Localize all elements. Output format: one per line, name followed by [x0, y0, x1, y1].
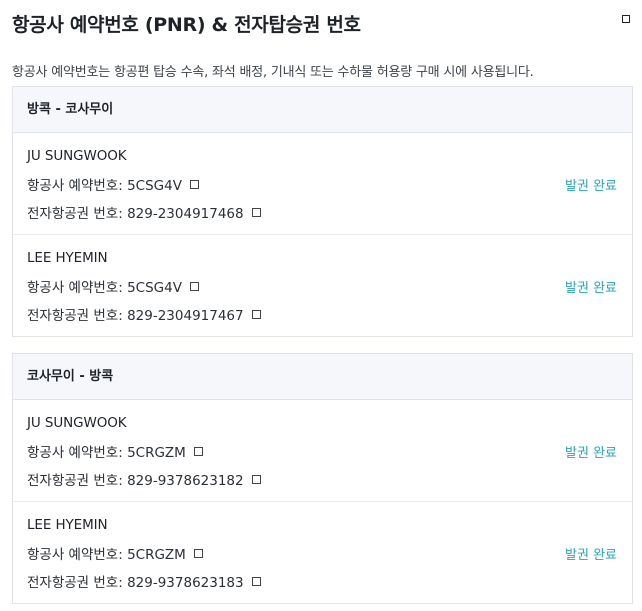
segment-card: 방콕 - 코사무이 JU SUNGWOOK 항공사 예약번호: 5CSG4V 전… — [12, 86, 633, 337]
passenger-name: LEE HYEMIN — [27, 517, 108, 533]
passenger-name: JU SUNGWOOK — [27, 148, 127, 164]
passenger-row: LEE HYEMIN 항공사 예약번호: 5CSG4V 전자항공권 번호: 82… — [13, 235, 632, 336]
pnr-line: 항공사 예약번호: 5CSG4V — [27, 276, 199, 296]
ticket-text: 전자항공권 번호: 829-9378623183 — [27, 575, 244, 591]
pnr-text: 항공사 예약번호: 5CSG4V — [27, 280, 182, 296]
ticket-text: 전자항공권 번호: 829-9378623182 — [27, 473, 244, 489]
passenger-name: LEE HYEMIN — [27, 250, 108, 266]
ticket-line: 전자항공권 번호: 829-9378623182 — [27, 469, 261, 489]
ticket-status: 발권 완료 — [565, 548, 617, 563]
segment-route: 방콕 - 코사무이 — [13, 87, 632, 133]
copy-icon[interactable] — [189, 281, 199, 291]
passenger-row: JU SUNGWOOK 항공사 예약번호: 5CSG4V 전자항공권 번호: 8… — [13, 133, 632, 235]
passenger-row: LEE HYEMIN 항공사 예약번호: 5CRGZM 전자항공권 번호: 82… — [13, 502, 632, 603]
copy-icon[interactable] — [251, 576, 261, 586]
ticket-line: 전자항공권 번호: 829-9378623183 — [27, 571, 261, 591]
pnr-text: 항공사 예약번호: 5CRGZM — [27, 547, 186, 563]
ticket-line: 전자항공권 번호: 829-2304917467 — [27, 304, 261, 324]
pnr-text: 항공사 예약번호: 5CSG4V — [27, 178, 182, 194]
passenger-row: JU SUNGWOOK 항공사 예약번호: 5CRGZM 전자항공권 번호: 8… — [13, 400, 632, 502]
copy-icon[interactable] — [193, 446, 203, 456]
ticket-status: 발권 완료 — [565, 446, 617, 461]
copy-icon[interactable] — [251, 309, 261, 319]
page-header: 항공사 예약번호 (PNR) & 전자탑승권 번호 — [0, 0, 642, 50]
window-icon[interactable] — [622, 15, 630, 23]
ticket-status: 발권 완료 — [565, 281, 617, 296]
pnr-line: 항공사 예약번호: 5CRGZM — [27, 543, 203, 563]
passenger-name: JU SUNGWOOK — [27, 415, 127, 431]
ticket-status: 발권 완료 — [565, 179, 617, 194]
copy-icon[interactable] — [189, 179, 199, 189]
copy-icon[interactable] — [251, 474, 261, 484]
pnr-line: 항공사 예약번호: 5CSG4V — [27, 174, 199, 194]
segment-route: 코사무이 - 방콕 — [13, 354, 632, 400]
pnr-line: 항공사 예약번호: 5CRGZM — [27, 441, 203, 461]
pnr-text: 항공사 예약번호: 5CRGZM — [27, 445, 186, 461]
page-title: 항공사 예약번호 (PNR) & 전자탑승권 번호 — [12, 14, 361, 36]
ticket-line: 전자항공권 번호: 829-2304917468 — [27, 202, 261, 222]
ticket-text: 전자항공권 번호: 829-2304917468 — [27, 206, 244, 222]
copy-icon[interactable] — [193, 548, 203, 558]
segment-card: 코사무이 - 방콕 JU SUNGWOOK 항공사 예약번호: 5CRGZM 전… — [12, 353, 633, 604]
page-description: 항공사 예약번호는 항공편 탑승 수속, 좌석 배정, 기내식 또는 수하물 허… — [12, 65, 534, 80]
copy-icon[interactable] — [251, 207, 261, 217]
ticket-text: 전자항공권 번호: 829-2304917467 — [27, 308, 244, 324]
